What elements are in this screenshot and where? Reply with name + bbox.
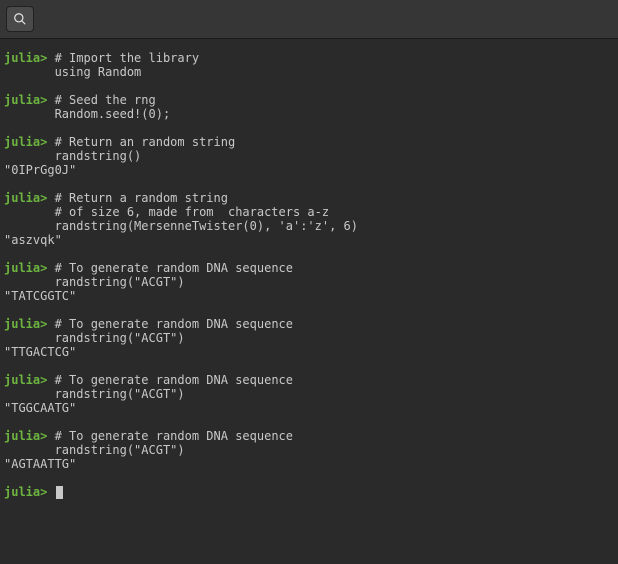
comment-text: # To generate random DNA sequence xyxy=(47,373,293,387)
output-line: "0IPrGg0J" xyxy=(4,163,614,177)
comment-text: # Return an random string xyxy=(47,135,235,149)
code-line: randstring("ACGT") xyxy=(4,387,614,401)
code-line: # of size 6, made from characters a-z xyxy=(4,205,614,219)
code-line: using Random xyxy=(4,65,614,79)
output-text: "aszvqk" xyxy=(4,233,62,247)
blank-line xyxy=(4,303,614,317)
blank-line xyxy=(4,247,614,261)
prompt-line: julia> # Return an random string xyxy=(4,135,614,149)
output-text: "TTGACTCG" xyxy=(4,345,76,359)
output-line: "aszvqk" xyxy=(4,233,614,247)
comment-text: # To generate random DNA sequence xyxy=(47,429,293,443)
comment-text: # Import the library xyxy=(47,51,199,65)
code-line: randstring("ACGT") xyxy=(4,331,614,345)
output-line: "TATCGGTC" xyxy=(4,289,614,303)
output-text: "0IPrGg0J" xyxy=(4,163,76,177)
output-text: "AGTAATTG" xyxy=(4,457,76,471)
prompt: julia> xyxy=(4,317,47,331)
output-text: "TGGCAATG" xyxy=(4,401,76,415)
comment-text: # Return a random string xyxy=(47,191,228,205)
terminal-output[interactable]: julia> # Import the library using Random… xyxy=(0,39,618,503)
output-line: "TTGACTCG" xyxy=(4,345,614,359)
code-text: randstring("ACGT") xyxy=(4,331,185,345)
search-button[interactable] xyxy=(6,6,34,32)
prompt-line-active[interactable]: julia> xyxy=(4,485,614,499)
code-line: Random.seed!(0); xyxy=(4,107,614,121)
prompt-line: julia> # To generate random DNA sequence xyxy=(4,429,614,443)
blank-line xyxy=(4,121,614,135)
code-text: randstring() xyxy=(4,149,141,163)
toolbar xyxy=(0,0,618,39)
prompt: julia> xyxy=(4,485,47,499)
prompt: julia> xyxy=(4,373,47,387)
output-text: "TATCGGTC" xyxy=(4,289,76,303)
blank-line xyxy=(4,79,614,93)
blank-line xyxy=(4,415,614,429)
prompt-line: julia> # Seed the rng xyxy=(4,93,614,107)
blank-line xyxy=(4,359,614,373)
code-text: using Random xyxy=(4,65,141,79)
prompt-line: julia> # To generate random DNA sequence xyxy=(4,373,614,387)
comment-text: # To generate random DNA sequence xyxy=(47,261,293,275)
code-text: Random.seed!(0); xyxy=(4,107,170,121)
prompt-line: julia> # To generate random DNA sequence xyxy=(4,261,614,275)
prompt: julia> xyxy=(4,135,47,149)
prompt: julia> xyxy=(4,191,47,205)
prompt: julia> xyxy=(4,93,47,107)
code-line: randstring("ACGT") xyxy=(4,275,614,289)
code-line: randstring() xyxy=(4,149,614,163)
cursor xyxy=(56,486,63,499)
output-line: "AGTAATTG" xyxy=(4,457,614,471)
code-text: randstring(MersenneTwister(0), 'a':'z', … xyxy=(4,219,358,233)
blank-line xyxy=(4,177,614,191)
comment-text: # Seed the rng xyxy=(47,93,155,107)
comment-text: # To generate random DNA sequence xyxy=(47,317,293,331)
code-text: # of size 6, made from characters a-z xyxy=(4,205,329,219)
code-text: randstring("ACGT") xyxy=(4,443,185,457)
prompt-line: julia> # To generate random DNA sequence xyxy=(4,317,614,331)
code-line: randstring(MersenneTwister(0), 'a':'z', … xyxy=(4,219,614,233)
code-line: randstring("ACGT") xyxy=(4,443,614,457)
code-text: randstring("ACGT") xyxy=(4,387,185,401)
prompt-line: julia> # Import the library xyxy=(4,51,614,65)
code-text: randstring("ACGT") xyxy=(4,275,185,289)
prompt: julia> xyxy=(4,51,47,65)
prompt: julia> xyxy=(4,261,47,275)
output-line: "TGGCAATG" xyxy=(4,401,614,415)
prompt: julia> xyxy=(4,429,47,443)
prompt-line: julia> # Return a random string xyxy=(4,191,614,205)
search-icon xyxy=(13,12,27,26)
blank-line xyxy=(4,471,614,485)
